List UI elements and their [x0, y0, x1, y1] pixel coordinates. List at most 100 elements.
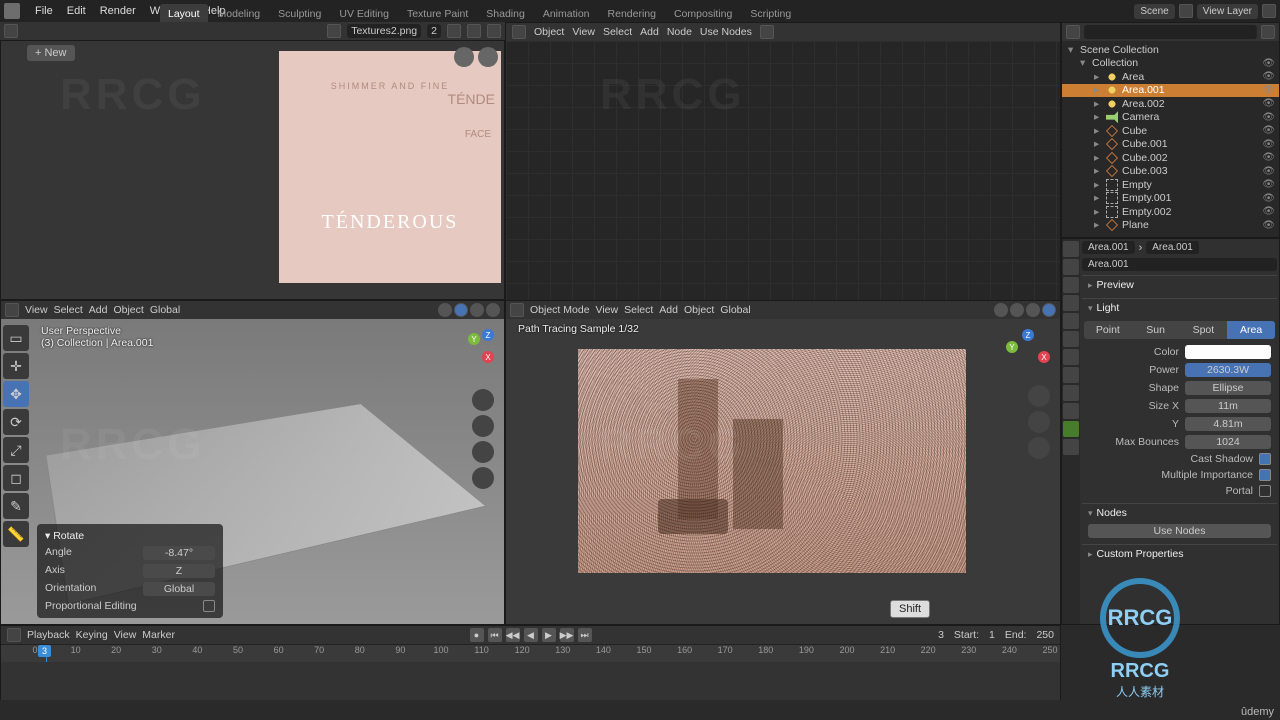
- solid-shading-icon[interactable]: [1010, 303, 1024, 317]
- use-nodes-toggle[interactable]: Use Nodes: [700, 26, 752, 38]
- light-panel-header[interactable]: Light: [1082, 299, 1277, 317]
- zoom-icon[interactable]: [478, 47, 498, 67]
- tl-menu-marker[interactable]: Marker: [142, 629, 175, 641]
- persp-toggle-icon[interactable]: [472, 467, 494, 489]
- rotate-tool-icon[interactable]: ⟳: [3, 409, 29, 435]
- move-tool-icon[interactable]: ✥: [3, 381, 29, 407]
- outliner-item[interactable]: ▸Cube.003👁: [1062, 165, 1279, 179]
- render-tab-icon[interactable]: [1063, 241, 1079, 257]
- matprev-shading-icon[interactable]: [1026, 303, 1040, 317]
- tl-menu-view[interactable]: View: [114, 629, 137, 641]
- outliner-collection[interactable]: ▾Collection👁: [1062, 57, 1279, 71]
- editor-type-icon[interactable]: [4, 24, 18, 38]
- camera-icon[interactable]: [1028, 437, 1050, 459]
- image-canvas[interactable]: SHIMMER AND FINE TÉNDE FACE TÉNDEROUS: [279, 51, 501, 283]
- color-swatch[interactable]: [1185, 345, 1271, 359]
- multiimp-checkbox[interactable]: [1259, 469, 1271, 481]
- annotate-tool-icon[interactable]: ✎: [3, 493, 29, 519]
- vp1-menu-object[interactable]: Object: [113, 304, 143, 316]
- tab-animation[interactable]: Animation: [535, 4, 598, 24]
- node-menu-add[interactable]: Add: [640, 26, 659, 38]
- tab-compositing[interactable]: Compositing: [666, 4, 740, 24]
- crumb-data[interactable]: Area.001: [1146, 241, 1199, 254]
- vp1-canvas[interactable]: User Perspective (3) Collection | Area.0…: [1, 319, 504, 624]
- vp2-menu-view[interactable]: View: [596, 304, 619, 316]
- tab-uv[interactable]: UV Editing: [331, 4, 397, 24]
- select-tool-icon[interactable]: ▭: [3, 325, 29, 351]
- node-menu-select[interactable]: Select: [603, 26, 632, 38]
- customprops-panel-header[interactable]: Custom Properties: [1082, 545, 1277, 563]
- zoom-icon[interactable]: [472, 389, 494, 411]
- portal-checkbox[interactable]: [1259, 485, 1271, 497]
- editor-type-icon[interactable]: [512, 25, 526, 39]
- tab-texpaint[interactable]: Texture Paint: [399, 4, 476, 24]
- editor-type-icon[interactable]: [7, 628, 21, 642]
- jump-start-icon[interactable]: ⏮: [488, 628, 502, 642]
- shape-field[interactable]: Ellipse: [1185, 381, 1271, 395]
- outliner-search[interactable]: [1084, 25, 1257, 39]
- castshadow-checkbox[interactable]: [1259, 453, 1271, 465]
- tl-menu-keying[interactable]: Keying: [76, 629, 108, 641]
- object-tab-icon[interactable]: [1063, 331, 1079, 347]
- sizex-field[interactable]: 11m: [1185, 399, 1271, 413]
- tab-scripting[interactable]: Scripting: [742, 4, 799, 24]
- nav-gizmo[interactable]: X Y Z: [1002, 329, 1050, 377]
- node-grid[interactable]: [506, 41, 1060, 301]
- vp2-mode[interactable]: Object Mode: [530, 304, 590, 316]
- image-name-field[interactable]: Textures2.png: [347, 24, 421, 38]
- new-scene-icon[interactable]: [1179, 4, 1193, 18]
- tab-sculpting[interactable]: Sculpting: [270, 4, 329, 24]
- pan-icon[interactable]: [1028, 411, 1050, 433]
- tab-modeling[interactable]: Modeling: [210, 4, 269, 24]
- prev-key-icon[interactable]: ◀◀: [506, 628, 520, 642]
- outliner-root[interactable]: ▾Scene Collection: [1062, 43, 1279, 57]
- datablock-field[interactable]: Area.001: [1082, 258, 1277, 271]
- scene-selector[interactable]: Scene: [1134, 4, 1174, 19]
- vp1-menu-view[interactable]: View: [25, 304, 48, 316]
- outliner-item[interactable]: ▸Cube👁: [1062, 124, 1279, 138]
- timeline-ruler[interactable]: 3 01020304050607080901001101201301401501…: [1, 644, 1060, 662]
- preview-panel-header[interactable]: Preview: [1082, 276, 1277, 294]
- tl-menu-playback[interactable]: Playback: [27, 629, 70, 641]
- tab-shading[interactable]: Shading: [478, 4, 533, 24]
- vp1-menu-add[interactable]: Add: [89, 304, 108, 316]
- outliner-item[interactable]: ▸Area.001👁: [1062, 84, 1279, 98]
- output-tab-icon[interactable]: [1063, 259, 1079, 275]
- modifiers-tab-icon[interactable]: [1063, 349, 1079, 365]
- transform-tool-icon[interactable]: ◻: [3, 465, 29, 491]
- pan-icon[interactable]: [454, 47, 474, 67]
- rendered-shading-icon[interactable]: [1042, 303, 1056, 317]
- outliner-item[interactable]: ▸Empty.002👁: [1062, 205, 1279, 219]
- power-field[interactable]: 2630.3W: [1185, 363, 1271, 377]
- vp2-menu-add[interactable]: Add: [659, 304, 678, 316]
- image-users[interactable]: 2: [427, 24, 441, 38]
- timeline-track[interactable]: [1, 662, 1060, 700]
- open-icon[interactable]: [467, 24, 481, 38]
- play-icon[interactable]: ▶: [542, 628, 556, 642]
- rendered-shading-icon[interactable]: [486, 303, 500, 317]
- bounces-field[interactable]: 1024: [1185, 435, 1271, 449]
- end-frame-field[interactable]: 250: [1036, 629, 1054, 641]
- filter-icon[interactable]: [1261, 25, 1275, 39]
- node-menu-node[interactable]: Node: [667, 26, 692, 38]
- node-menu-view[interactable]: View: [572, 26, 595, 38]
- light-type-area[interactable]: Area: [1227, 321, 1275, 339]
- crumb-obj[interactable]: Area.001: [1082, 241, 1135, 254]
- constraints-tab-icon[interactable]: [1063, 403, 1079, 419]
- current-frame-field[interactable]: 3: [938, 629, 944, 641]
- editor-type-icon[interactable]: [510, 303, 524, 317]
- use-nodes-button[interactable]: Use Nodes: [1088, 524, 1271, 538]
- editor-type-icon[interactable]: [1066, 25, 1080, 39]
- jump-end-icon[interactable]: ⏭: [578, 628, 592, 642]
- unlink-icon[interactable]: [447, 24, 461, 38]
- cursor-tool-icon[interactable]: ✛: [3, 353, 29, 379]
- playhead[interactable]: 3: [46, 645, 47, 662]
- light-type-sun[interactable]: Sun: [1132, 321, 1180, 339]
- autokey-icon[interactable]: ●: [470, 628, 484, 642]
- next-key-icon[interactable]: ▶▶: [560, 628, 574, 642]
- tab-layout[interactable]: Layout: [160, 4, 208, 24]
- viewlayer-tab-icon[interactable]: [1063, 277, 1079, 293]
- scale-tool-icon[interactable]: ⤢: [3, 437, 29, 463]
- outliner-item[interactable]: ▸Empty👁: [1062, 178, 1279, 192]
- pin-icon[interactable]: [487, 24, 501, 38]
